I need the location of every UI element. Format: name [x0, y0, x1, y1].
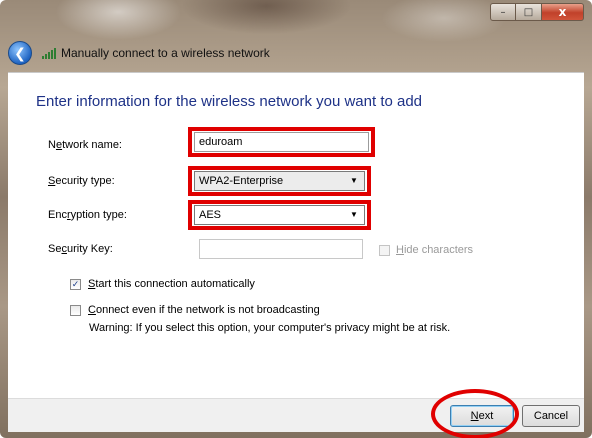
dialog-content: Enter information for the wireless netwo…: [8, 72, 584, 398]
security-key-input[interactable]: [199, 239, 363, 259]
back-arrow-icon: ❮: [14, 44, 26, 61]
window-title: Manually connect to a wireless network: [61, 46, 270, 60]
network-name-input[interactable]: eduroam: [194, 132, 369, 152]
caption-buttons: – □ x: [490, 3, 584, 21]
cancel-button[interactable]: Cancel: [522, 405, 580, 427]
privacy-warning: Warning: If you select this option, your…: [89, 322, 451, 334]
security-key-label: Security Key:: [48, 243, 113, 255]
close-button[interactable]: x: [542, 3, 584, 21]
encryption-type-label: Encryption type:: [48, 209, 127, 221]
hide-characters-checkbox[interactable]: [379, 245, 390, 256]
page-heading: Enter information for the wireless netwo…: [36, 93, 423, 110]
wireless-signal-icon: [42, 47, 56, 59]
security-type-value: WPA2-Enterprise: [199, 175, 284, 187]
chevron-down-icon: ▼: [350, 176, 358, 185]
back-button[interactable]: ❮: [8, 41, 32, 65]
maximize-button[interactable]: □: [516, 3, 542, 21]
security-type-select[interactable]: WPA2-Enterprise ▼: [194, 171, 365, 191]
encryption-type-value: AES: [199, 209, 222, 221]
hide-characters-label: Hide characters: [396, 244, 474, 256]
security-type-label: Security type:: [48, 175, 115, 187]
start-automatically-label: Start this connection automatically: [88, 278, 255, 290]
chevron-down-icon: ▼: [350, 210, 358, 219]
minimize-button[interactable]: –: [490, 3, 516, 21]
network-name-label: Network name:: [48, 139, 122, 151]
next-button-highlight: [431, 389, 519, 438]
connect-hidden-checkbox[interactable]: [70, 305, 81, 316]
connect-hidden-label: Connect even if the network is not broad…: [88, 304, 320, 316]
start-automatically-checkbox[interactable]: ✓: [70, 279, 81, 290]
dialog-header: ❮ Manually connect to a wireless network: [8, 36, 270, 70]
encryption-type-select[interactable]: AES ▼: [194, 205, 365, 225]
